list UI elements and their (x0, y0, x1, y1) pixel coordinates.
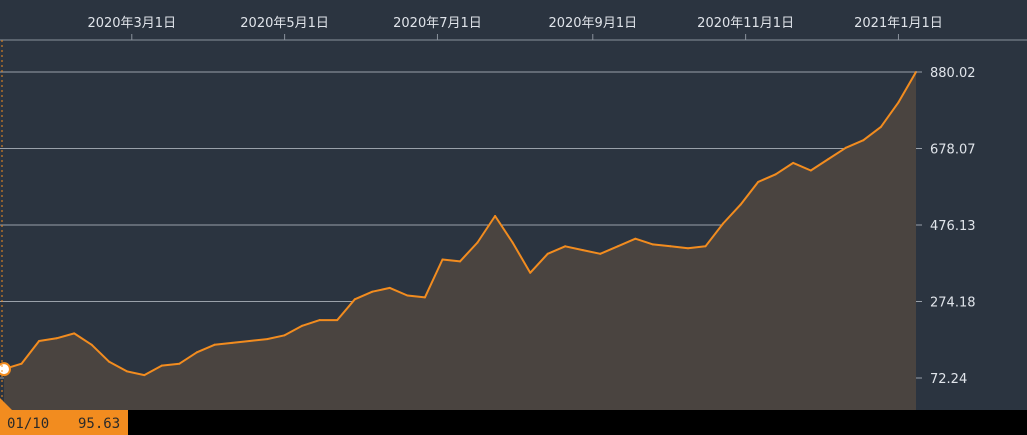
data-point-7 (125, 370, 128, 373)
y-tick-label-0: 880.02 (930, 66, 976, 81)
y-tick-label-4: 72.24 (930, 372, 967, 387)
crosshair-date-label: 01/10 (7, 416, 49, 432)
data-point-48 (844, 146, 847, 149)
x-tick-label-5: 2021年1月1日 (854, 16, 943, 31)
data-point-32 (564, 245, 567, 248)
data-point-5 (90, 343, 93, 346)
data-point-21 (371, 290, 374, 293)
data-point-43 (757, 180, 760, 183)
data-point-42 (739, 203, 742, 206)
y-tick-label-1: 678.07 (930, 143, 976, 158)
data-point-2 (38, 340, 41, 342)
data-point-29 (511, 241, 514, 244)
data-point-9 (160, 364, 163, 367)
data-point-30 (529, 271, 532, 274)
data-point-45 (792, 161, 795, 164)
x-tick-label-0: 2020年3月1日 (87, 16, 176, 31)
data-point-46 (809, 169, 812, 172)
data-point-12 (213, 343, 216, 346)
data-point-24 (423, 296, 426, 299)
data-point-47 (827, 158, 830, 161)
data-point-50 (879, 125, 882, 128)
data-point-44 (774, 173, 777, 176)
x-tick-label-1: 2020年5月1日 (240, 16, 329, 31)
data-point-27 (476, 241, 479, 244)
data-point-39 (687, 247, 689, 250)
data-point-4 (73, 332, 76, 335)
data-point-34 (599, 252, 602, 255)
stock-chart[interactable]: 2020年3月1日 2020年5月1日 2020年7月1日 2020年9月1日 2020… (0, 0, 1027, 435)
x-tick-label-2: 2020年7月1日 (393, 16, 482, 31)
data-point-51 (897, 101, 900, 104)
data-point-26 (459, 260, 461, 263)
x-tick-label-4: 2020年11月1日 (697, 16, 794, 31)
data-point-38 (669, 245, 672, 248)
data-point-36 (634, 237, 637, 240)
readout-bar-background (0, 410, 1027, 435)
data-point-11 (195, 351, 198, 354)
data-point-19 (336, 319, 339, 322)
data-point-6 (108, 360, 111, 363)
data-point-10 (178, 362, 181, 365)
data-point-31 (546, 252, 549, 255)
data-point-18 (318, 319, 321, 322)
data-point-49 (862, 139, 865, 142)
data-point-41 (722, 222, 725, 225)
y-tick-label-2: 476.13 (930, 219, 976, 234)
data-point-25 (441, 258, 444, 261)
data-point-35 (616, 245, 619, 248)
data-point-33 (581, 249, 584, 252)
data-point-40 (704, 245, 707, 248)
data-point-16 (283, 334, 286, 337)
data-point-23 (406, 294, 409, 297)
data-point-13 (231, 341, 233, 344)
data-point-8 (143, 374, 146, 377)
data-point-15 (266, 338, 269, 341)
data-point-22 (388, 286, 391, 289)
data-point-3 (55, 337, 58, 340)
data-point-28 (494, 215, 497, 217)
y-tick-label-3: 274.18 (930, 296, 976, 311)
data-point-14 (248, 340, 251, 342)
crosshair-point-marker (0, 362, 11, 377)
data-point-1 (20, 362, 23, 365)
data-point-17 (301, 324, 304, 327)
crosshair-value-label: 95.63 (78, 416, 120, 432)
data-point-37 (651, 243, 654, 246)
x-tick-label-3: 2020年9月1日 (548, 16, 637, 31)
data-point-20 (353, 298, 356, 301)
chart-canvas[interactable]: 2020年3月1日 2020年5月1日 2020年7月1日 2020年9月1日 2020… (0, 0, 1027, 435)
